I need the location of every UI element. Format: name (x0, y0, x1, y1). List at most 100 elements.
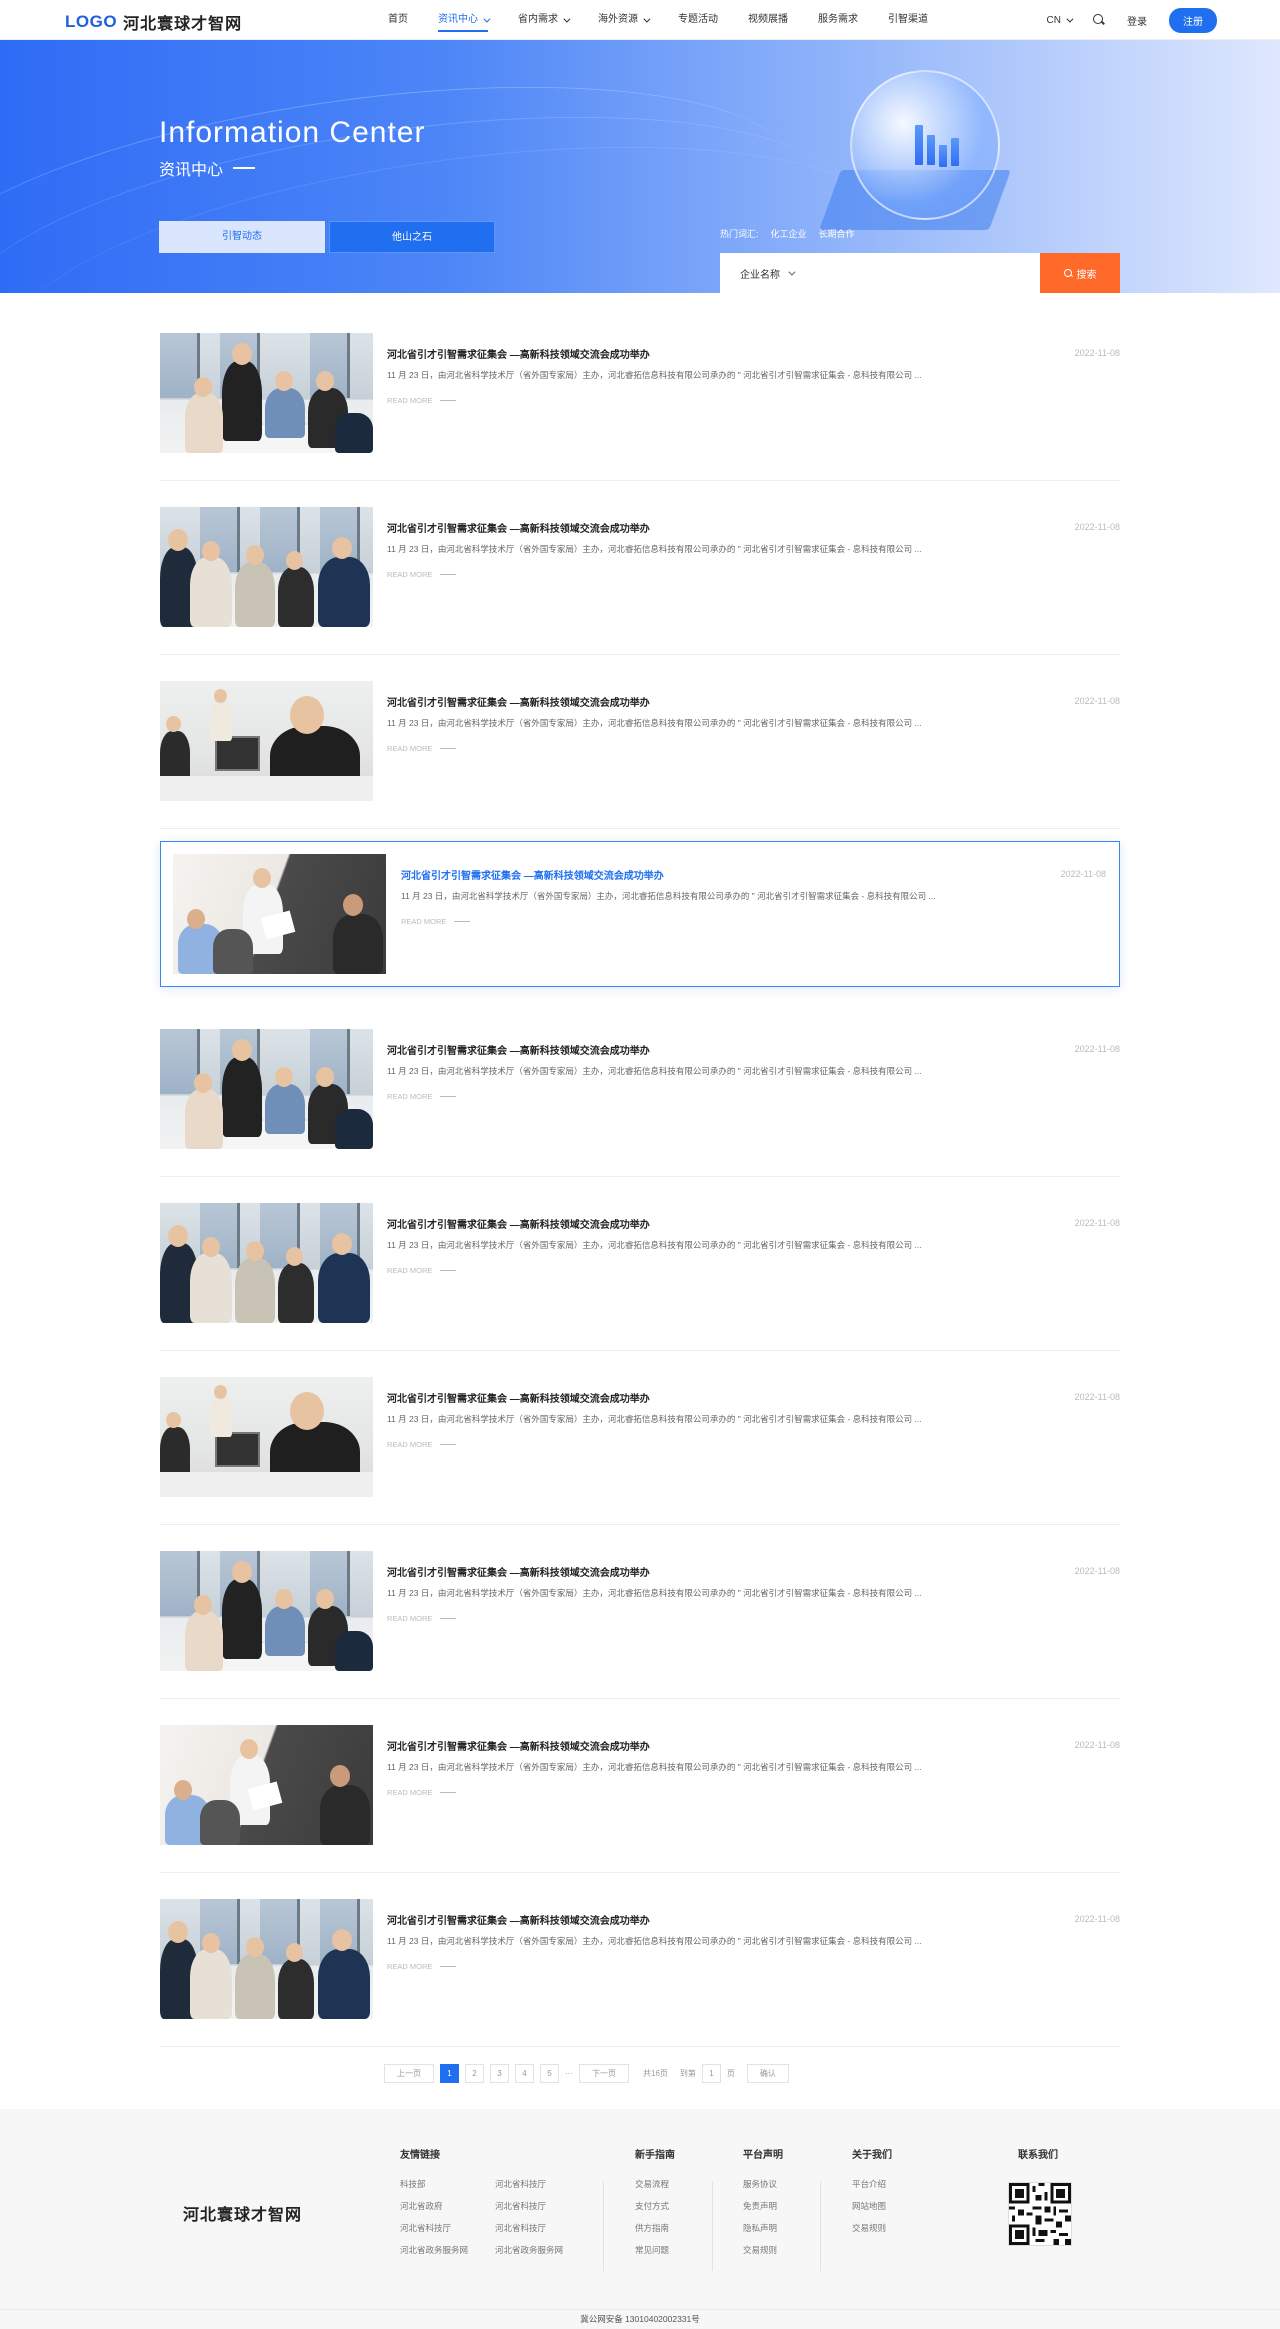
page-button[interactable]: 3 (490, 2064, 509, 2083)
login-link[interactable]: 登录 (1127, 13, 1147, 28)
read-more-link[interactable]: READ MORE (387, 1614, 457, 1623)
read-more-link[interactable]: READ MORE (387, 570, 457, 579)
search-button[interactable]: 搜索 (1040, 253, 1120, 293)
news-item[interactable]: 河北省引才引智需求征集会 —高新科技领域交流会成功举办 2022-11-08 11 … (160, 1351, 1120, 1525)
footer-link[interactable]: 免责声明 (743, 2200, 783, 2212)
nav-video[interactable]: 视频展播 (748, 0, 788, 40)
news-thumbnail[interactable] (160, 1725, 373, 1845)
footer-link[interactable]: 河北省科技厅 (495, 2222, 590, 2234)
footer-link[interactable]: 河北省科技厅 (495, 2178, 590, 2190)
news-thumbnail[interactable] (160, 1377, 373, 1497)
news-title[interactable]: 河北省引才引智需求征集会 —高新科技领域交流会成功举办 (387, 1738, 650, 1753)
read-more-link[interactable]: READ MORE (387, 1788, 457, 1797)
arrow-right-icon (440, 1792, 457, 1793)
read-more-link[interactable]: READ MORE (387, 1440, 457, 1449)
news-title[interactable]: 河北省引才引智需求征集会 —高新科技领域交流会成功举办 (387, 1216, 650, 1231)
footer-link[interactable]: 交易规则 (743, 2244, 783, 2256)
footer-logo[interactable]: 河北寰球才智网 (183, 2201, 302, 2225)
hot-word-link[interactable]: 化工企业 (771, 227, 807, 240)
footer-link[interactable]: 河北省科技厅 (495, 2200, 590, 2212)
footer-link[interactable]: 网站地图 (852, 2200, 892, 2212)
hot-word-link[interactable]: 长期合作 (819, 227, 855, 240)
news-title[interactable]: 河北省引才引智需求征集会 —高新科技领域交流会成功举办 (387, 1564, 650, 1579)
page-button[interactable]: 4 (515, 2064, 534, 2083)
news-thumbnail[interactable] (160, 1029, 373, 1149)
news-item[interactable]: 河北省引才引智需求征集会 —高新科技领域交流会成功举办 2022-11-08 11 … (160, 655, 1120, 829)
banner-title-en: Information Center (159, 116, 426, 149)
news-title[interactable]: 河北省引才引智需求征集会 —高新科技领域交流会成功举办 (387, 1912, 650, 1927)
read-more-label: READ MORE (387, 1440, 433, 1449)
news-item[interactable]: 河北省引才引智需求征集会 —高新科技领域交流会成功举办 2022-11-08 11 … (160, 1525, 1120, 1699)
nav-label: 省内需求 (518, 14, 558, 25)
goto-confirm-button[interactable]: 确认 (746, 2064, 789, 2083)
footer-link[interactable]: 供方指南 (635, 2222, 675, 2234)
news-item[interactable]: 河北省引才引智需求征集会 —高新科技领域交流会成功举办 2022-11-08 11 … (160, 1873, 1120, 2047)
news-title[interactable]: 河北省引才引智需求征集会 —高新科技领域交流会成功举办 (387, 1390, 650, 1405)
footer-link[interactable]: 交易规则 (852, 2222, 892, 2234)
news-title[interactable]: 河北省引才引智需求征集会 —高新科技领域交流会成功举办 (387, 346, 650, 361)
tab-talent-news[interactable]: 引智动态 (159, 221, 325, 253)
footer-link[interactable]: 平台介绍 (852, 2178, 892, 2190)
read-more-link[interactable]: READ MORE (387, 744, 457, 753)
nav-overseas-resource[interactable]: 海外资源 (598, 0, 651, 40)
nav-special-events[interactable]: 专题活动 (678, 0, 718, 40)
news-thumbnail[interactable] (160, 1203, 373, 1323)
nav-channels[interactable]: 引智渠道 (888, 0, 928, 40)
news-item[interactable]: 河北省引才引智需求征集会 —高新科技领域交流会成功举办 2022-11-08 11 … (160, 481, 1120, 655)
news-item[interactable]: 河北省引才引智需求征集会 —高新科技领域交流会成功举办 2022-11-08 11 … (160, 1699, 1120, 1873)
news-title[interactable]: 河北省引才引智需求征集会 —高新科技领域交流会成功举办 (387, 694, 650, 709)
read-more-label: READ MORE (387, 1614, 433, 1623)
goto-page-input[interactable]: 1 (701, 2064, 721, 2083)
footer-link[interactable]: 服务协议 (743, 2178, 783, 2190)
footer-link[interactable]: 河北省政务服务网 (495, 2244, 590, 2256)
arrow-right-icon (440, 1618, 457, 1619)
footer-link[interactable]: 支付方式 (635, 2200, 675, 2212)
footer-link[interactable]: 河北省科技厅 (400, 2222, 495, 2234)
news-item[interactable]: 河北省引才引智需求征集会 —高新科技领域交流会成功举办 2022-11-08 11 … (160, 1177, 1120, 1351)
read-more-link[interactable]: READ MORE (387, 1092, 457, 1101)
page-button[interactable]: 5 (540, 2064, 559, 2083)
read-more-link[interactable]: READ MORE (387, 1962, 457, 1971)
read-more-link[interactable]: READ MORE (387, 396, 457, 405)
language-switch[interactable]: CN (1047, 15, 1074, 26)
main-nav: 首页 资讯中心 省内需求 海外资源 专题活动 视频展播 服务需求 引智渠道 (388, 0, 958, 40)
news-title[interactable]: 河北省引才引智需求征集会 —高新科技领域交流会成功举办 (401, 867, 664, 882)
tab-other-experience[interactable]: 他山之石 (329, 221, 495, 253)
news-thumbnail[interactable] (160, 333, 373, 453)
news-date: 2022-11-08 (1074, 1044, 1120, 1054)
footer-link[interactable]: 河北省政务服务网 (400, 2244, 495, 2256)
footer-link[interactable]: 科技部 (400, 2178, 495, 2190)
news-title[interactable]: 河北省引才引智需求征集会 —高新科技领域交流会成功举办 (387, 520, 650, 535)
read-more-label: READ MORE (387, 570, 433, 579)
page-button[interactable]: 2 (465, 2064, 484, 2083)
page-button[interactable]: 1 (440, 2064, 459, 2083)
chevron-down-icon (643, 15, 651, 23)
news-thumbnail[interactable] (160, 1551, 373, 1671)
register-button[interactable]: 注册 (1169, 7, 1217, 33)
read-more-link[interactable]: READ MORE (401, 917, 471, 926)
news-thumbnail[interactable] (173, 854, 386, 974)
news-thumbnail[interactable] (160, 681, 373, 801)
news-item[interactable]: 河北省引才引智需求征集会 —高新科技领域交流会成功举办 2022-11-08 11 … (160, 841, 1120, 987)
site-logo[interactable]: LOGO 河北寰球才智网 (65, 10, 242, 34)
banner-tabs: 引智动态 他山之石 (159, 221, 495, 253)
news-item[interactable]: 河北省引才引智需求征集会 —高新科技领域交流会成功举办 2022-11-08 11 … (160, 307, 1120, 481)
search-icon[interactable] (1093, 14, 1105, 26)
news-title[interactable]: 河北省引才引智需求征集会 —高新科技领域交流会成功举办 (387, 1042, 650, 1057)
read-more-link[interactable]: READ MORE (387, 1266, 457, 1275)
prev-page-button[interactable]: 上一页 (384, 2064, 434, 2083)
news-date: 2022-11-08 (1074, 522, 1120, 532)
nav-info-center[interactable]: 资讯中心 (438, 0, 491, 40)
footer-link[interactable]: 交易流程 (635, 2178, 675, 2190)
nav-service-demand[interactable]: 服务需求 (818, 0, 858, 40)
next-page-button[interactable]: 下一页 (579, 2064, 629, 2083)
footer-link[interactable]: 隐私声明 (743, 2222, 783, 2234)
search-category-select[interactable]: 企业名称 (720, 266, 1040, 281)
nav-home[interactable]: 首页 (388, 0, 408, 40)
news-thumbnail[interactable] (160, 1899, 373, 2019)
news-item[interactable]: 河北省引才引智需求征集会 —高新科技领域交流会成功举办 2022-11-08 11 … (160, 1003, 1120, 1177)
footer-link[interactable]: 常见问题 (635, 2244, 675, 2256)
news-thumbnail[interactable] (160, 507, 373, 627)
footer-link[interactable]: 河北省政府 (400, 2200, 495, 2212)
nav-province-demand[interactable]: 省内需求 (518, 0, 571, 40)
